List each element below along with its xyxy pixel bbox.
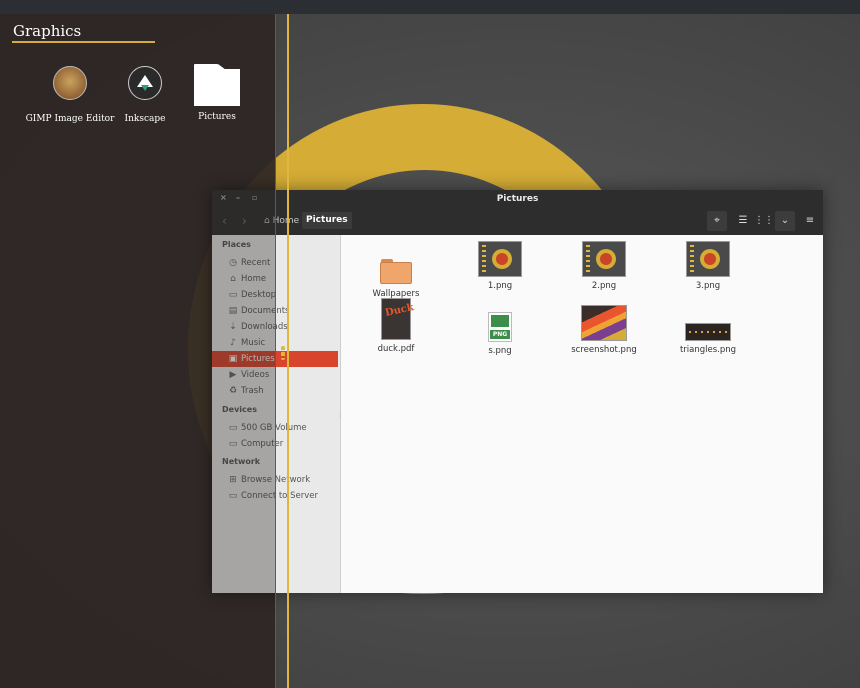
file-label: triangles.png [679, 345, 737, 355]
breadcrumb-home[interactable]: ⌂ Home [264, 216, 299, 226]
locate-icon[interactable]: ⌖ [707, 211, 727, 231]
pdf-thumbnail: Duck [381, 298, 415, 340]
server-icon: ▭ [228, 491, 238, 501]
sidebar: Places ◷ Recent ⌂ Home ▭ Desktop ▤ Documents… [212, 235, 345, 593]
list-view-icon[interactable]: ☰ [733, 211, 753, 231]
file-label: s.png [488, 346, 512, 356]
desktop-icon: ▭ [228, 290, 238, 300]
file-item[interactable]: 2.png [559, 241, 649, 291]
breadcrumb-current[interactable]: Pictures [302, 212, 352, 229]
file-item[interactable]: 3.png [663, 241, 753, 291]
app-pictures[interactable]: Pictures [172, 64, 262, 122]
image-thumbnail [686, 241, 730, 277]
image-thumbnail [685, 323, 731, 341]
sidebar-section-network: Network [222, 457, 261, 466]
file-item[interactable]: PNG s.png [455, 312, 545, 356]
file-label: 3.png [695, 281, 721, 291]
view-options-icon[interactable]: ⌄ [775, 211, 795, 231]
dash-accent-line [287, 14, 289, 688]
menu-icon[interactable]: ≡ [800, 211, 820, 231]
title-bar: × – ▫ Pictures [212, 190, 823, 208]
file-item[interactable]: screenshot.png [559, 305, 649, 355]
documents-icon: ▤ [228, 306, 238, 316]
image-thumbnail [478, 241, 522, 277]
trash-icon: ♻ [228, 386, 238, 396]
recent-icon: ◷ [229, 258, 237, 268]
file-label: 1.png [487, 281, 513, 291]
drive-icon: ▭ [228, 423, 238, 433]
inkscape-icon [128, 66, 162, 100]
file-grid: Wallpapers 1.png 2.png 3.png Duck duck.p… [341, 235, 823, 593]
music-icon: ♪ [230, 338, 236, 348]
category-underline [12, 41, 155, 43]
toolbar: ‹ › ⌂ Home Pictures ⌖ ☰ ⋮⋮ ⌄ ≡ [212, 208, 823, 236]
file-item[interactable]: 1.png [455, 241, 545, 291]
computer-icon: ▭ [228, 439, 238, 449]
file-label: 2.png [591, 281, 617, 291]
file-item[interactable]: triangles.png [663, 323, 753, 355]
network-icon: ⊞ [229, 475, 237, 485]
image-thumbnail [582, 241, 626, 277]
dash-edge [275, 14, 276, 688]
image-thumbnail [581, 305, 627, 341]
gimp-icon [53, 66, 87, 100]
png-file-icon: PNG [488, 312, 512, 342]
file-item[interactable]: Duck duck.pdf [351, 298, 441, 354]
folder-icon [194, 64, 240, 106]
file-label: screenshot.png [571, 345, 637, 355]
home-icon: ⌂ [230, 274, 236, 284]
file-manager-window: × – ▫ Pictures ‹ › ⌂ Home Pictures ⌖ ☰ ⋮… [212, 190, 823, 593]
videos-icon: ▶ [229, 370, 237, 380]
top-panel [0, 0, 860, 14]
sidebar-section-devices: Devices [222, 405, 257, 414]
back-button[interactable]: ‹ [222, 214, 227, 228]
app-label: Pictures [198, 112, 236, 122]
home-icon: ⌂ [264, 216, 270, 226]
file-item[interactable]: Wallpapers [351, 249, 441, 299]
window-title: Pictures [496, 194, 539, 204]
scroll-indicator[interactable] [281, 346, 285, 360]
sidebar-section-places: Places [222, 240, 251, 249]
forward-button[interactable]: › [242, 214, 247, 228]
category-title: Graphics [13, 22, 82, 40]
downloads-icon: ⇣ [229, 322, 237, 332]
pictures-icon: ▣ [228, 354, 238, 364]
file-label: duck.pdf [377, 344, 415, 354]
folder-icon [380, 259, 412, 284]
grid-view-icon[interactable]: ⋮⋮ [754, 211, 774, 231]
